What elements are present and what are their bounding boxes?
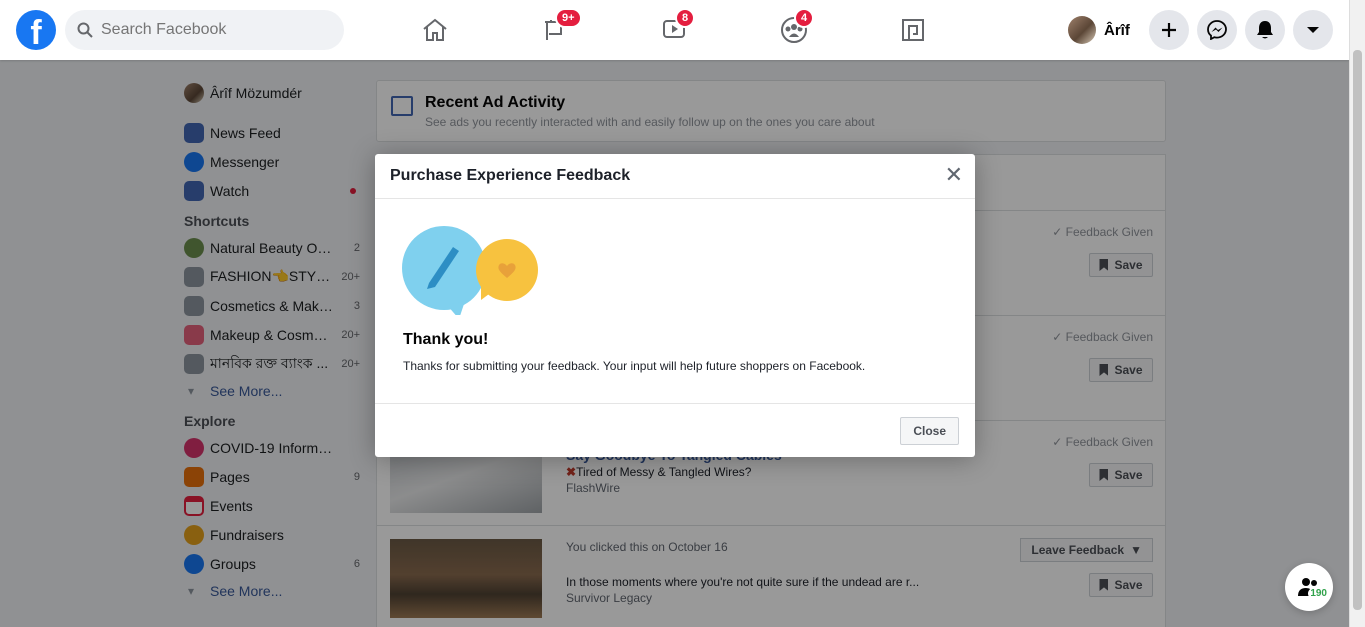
profile-name: Ârîf xyxy=(1104,21,1130,39)
caret-down-icon xyxy=(1307,27,1319,33)
feedback-illustration-icon xyxy=(402,226,538,315)
contacts-float-button[interactable]: 190 xyxy=(1285,563,1333,611)
pages-tab[interactable]: 9+ xyxy=(535,8,582,48)
groups-badge: 4 xyxy=(794,8,815,28)
create-button[interactable] xyxy=(1149,10,1189,50)
online-count-badge: 190 xyxy=(1308,588,1329,599)
feedback-dialog: Purchase Experience Feedback ✕ Thank you… xyxy=(375,154,975,457)
close-icon[interactable]: ✕ xyxy=(945,164,963,186)
dialog-header: Purchase Experience Feedback ✕ xyxy=(375,154,975,199)
top-navigation-bar: f 9+ 8 4 Ârîf xyxy=(0,0,1349,60)
watch-badge: 8 xyxy=(675,8,696,28)
search-box[interactable] xyxy=(65,10,344,50)
avatar xyxy=(1068,16,1096,44)
close-button[interactable]: Close xyxy=(900,417,959,445)
account-menu-button[interactable] xyxy=(1293,10,1333,50)
plus-icon xyxy=(1162,23,1176,37)
bell-icon xyxy=(1257,21,1273,39)
search-icon xyxy=(77,22,93,38)
scrollbar-thumb[interactable] xyxy=(1353,50,1362,610)
messenger-button[interactable] xyxy=(1197,10,1237,50)
page-scrollbar[interactable] xyxy=(1349,0,1365,627)
home-icon xyxy=(423,18,447,41)
dialog-body: Thank you! Thanks for submitting your fe… xyxy=(375,199,975,404)
watch-tab[interactable]: 8 xyxy=(655,8,696,48)
thank-you-message: Thanks for submitting your feedback. You… xyxy=(403,359,866,373)
home-tab[interactable] xyxy=(415,12,455,48)
profile-shortcut[interactable]: Ârîf xyxy=(1068,14,1130,46)
gaming-icon xyxy=(902,19,924,41)
groups-tab[interactable]: 4 xyxy=(774,8,815,48)
facebook-logo[interactable]: f xyxy=(16,10,56,50)
gaming-tab[interactable] xyxy=(893,12,933,48)
pages-badge: 9+ xyxy=(555,8,582,28)
notifications-button[interactable] xyxy=(1245,10,1285,50)
thank-you-heading: Thank you! xyxy=(403,331,489,348)
dialog-title: Purchase Experience Feedback xyxy=(390,167,631,184)
messenger-icon xyxy=(1207,20,1227,40)
search-input[interactable] xyxy=(101,21,321,39)
